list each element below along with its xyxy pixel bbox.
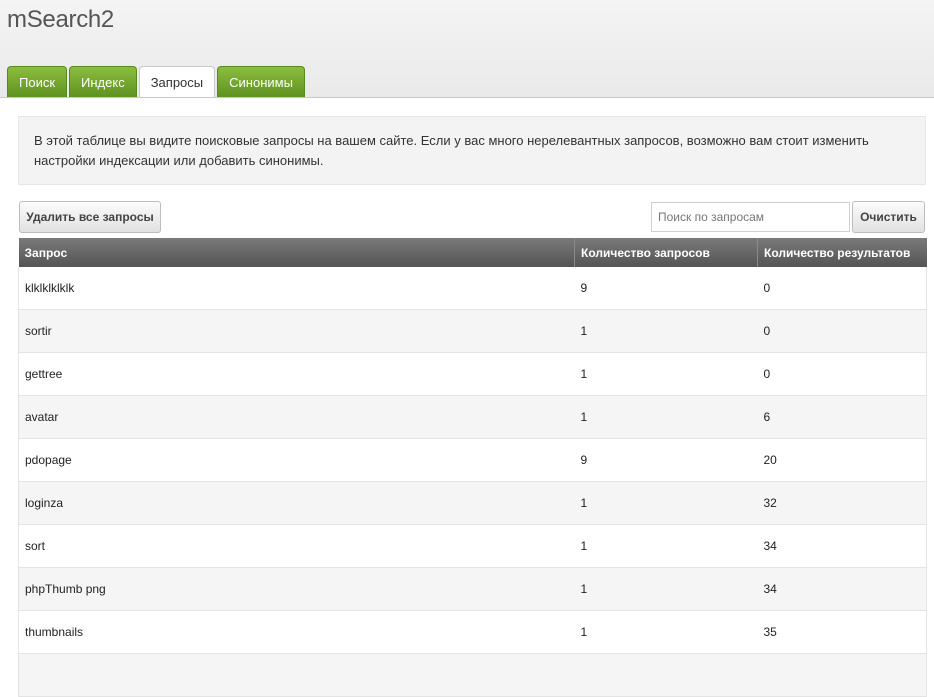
table-body: klklklklklk 9 0 sortir 1 0 gettree 1 0 avatar 1 6 pd… [18,267,927,697]
cell-query: pdopage [18,438,575,482]
table-header-row: Запрос Количество запросов Количество ре… [18,238,927,267]
table-row[interactable]: avatar 1 6 [18,395,927,439]
cell-result-count [757,653,927,697]
table-row[interactable]: klklklklklk 9 0 [18,267,927,310]
cell-result-count: 0 [757,352,927,396]
table-row[interactable]: gettree 1 0 [18,352,927,396]
cell-query: loginza [18,481,575,525]
table-row[interactable]: loginza 1 32 [18,481,927,525]
cell-query-count: 1 [574,352,758,396]
cell-query: sortir [18,309,575,353]
cell-query: klklklklklk [18,267,575,310]
column-header-query-count[interactable]: Количество запросов [574,238,758,267]
app-header: mSearch2 Поиск Индекс Запросы Синонимы [0,0,934,98]
cell-query: gettree [18,352,575,396]
queries-table: Запрос Количество запросов Количество ре… [18,238,927,697]
cell-query: sort [18,524,575,568]
page-title: mSearch2 [7,6,114,33]
tab-search[interactable]: Поиск [7,66,68,97]
cell-result-count: 0 [757,267,927,310]
cell-query: avatar [18,395,575,439]
query-search-input[interactable] [651,202,850,232]
tab-content: В этой таблице вы видите поисковые запро… [0,98,934,697]
table-row[interactable]: sortir 1 0 [18,309,927,353]
info-description: В этой таблице вы видите поисковые запро… [18,116,926,185]
column-header-result-count[interactable]: Количество результатов [757,238,927,267]
cell-query: phpThumb png [18,567,575,611]
cell-query-count: 1 [574,481,758,525]
cell-query-count: 1 [574,524,758,568]
table-row[interactable]: sort 1 34 [18,524,927,568]
table-row[interactable]: pdopage 9 20 [18,438,927,482]
cell-result-count: 0 [757,309,927,353]
cell-query: thumbnails [18,610,575,654]
table-row[interactable] [18,653,927,697]
cell-query-count: 1 [574,610,758,654]
table-row[interactable]: phpThumb png 1 34 [18,567,927,611]
delete-all-queries-button[interactable]: Удалить все запросы [19,201,161,233]
cell-result-count: 35 [757,610,927,654]
cell-query-count: 9 [574,267,758,310]
cell-result-count: 34 [757,567,927,611]
cell-result-count: 32 [757,481,927,525]
cell-query-count: 1 [574,309,758,353]
tab-queries[interactable]: Запросы [138,66,216,98]
tab-bar: Поиск Индекс Запросы Синонимы [7,66,307,98]
cell-query [18,653,575,697]
cell-query-count: 9 [574,438,758,482]
cell-query-count: 1 [574,567,758,611]
cell-result-count: 34 [757,524,927,568]
cell-result-count: 6 [757,395,927,439]
table-row[interactable]: thumbnails 1 35 [18,610,927,654]
tab-index[interactable]: Индекс [69,66,137,97]
column-header-query[interactable]: Запрос [18,238,575,267]
tab-synonyms[interactable]: Синонимы [217,66,305,97]
clear-search-button[interactable]: Очистить [852,201,925,233]
cell-query-count: 1 [574,395,758,439]
cell-result-count: 20 [757,438,927,482]
cell-query-count [574,653,758,697]
